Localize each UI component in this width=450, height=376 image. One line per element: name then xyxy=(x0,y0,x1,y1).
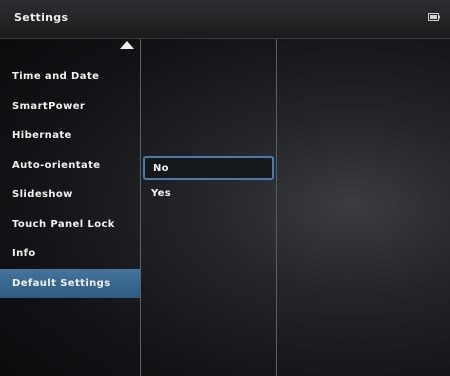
option-label: Yes xyxy=(151,187,171,199)
column-divider-right xyxy=(276,39,277,376)
title-bar: Settings xyxy=(0,0,450,39)
menu-item-label: Auto-orientate xyxy=(12,159,101,171)
option-yes[interactable]: Yes xyxy=(141,180,276,206)
triangle-up-icon[interactable] xyxy=(120,41,134,49)
menu-item-hibernate[interactable]: Hibernate xyxy=(0,121,140,151)
menu-item-label: Default Settings xyxy=(12,277,111,289)
menu-item-smartpower[interactable]: SmartPower xyxy=(0,92,140,122)
settings-screen: Settings Time and Date SmartPower Hibern… xyxy=(0,0,450,376)
menu-item-label: Info xyxy=(12,248,36,260)
menu-item-default-settings[interactable]: Default Settings xyxy=(0,268,140,298)
menu-item-auto-orientate[interactable]: Auto-orientate xyxy=(0,151,140,181)
battery-icon xyxy=(428,13,440,21)
menu-item-time-and-date[interactable]: Time and Date xyxy=(0,62,140,92)
menu-item-label: Slideshow xyxy=(12,189,73,201)
menu-item-info[interactable]: Info xyxy=(0,239,140,269)
menu-item-label: Time and Date xyxy=(12,71,100,83)
menu-item-label: SmartPower xyxy=(12,100,86,112)
menu-item-label: Hibernate xyxy=(12,130,72,142)
menu-item-touch-panel-lock[interactable]: Touch Panel Lock xyxy=(0,210,140,240)
option-no[interactable]: No xyxy=(143,156,274,180)
default-settings-options: No Yes xyxy=(141,156,276,206)
settings-menu: Time and Date SmartPower Hibernate Auto-… xyxy=(0,62,140,298)
menu-item-slideshow[interactable]: Slideshow xyxy=(0,180,140,210)
page-title: Settings xyxy=(14,11,69,24)
option-label: No xyxy=(153,162,169,174)
menu-item-label: Touch Panel Lock xyxy=(12,218,115,230)
column-divider-left xyxy=(140,39,141,376)
